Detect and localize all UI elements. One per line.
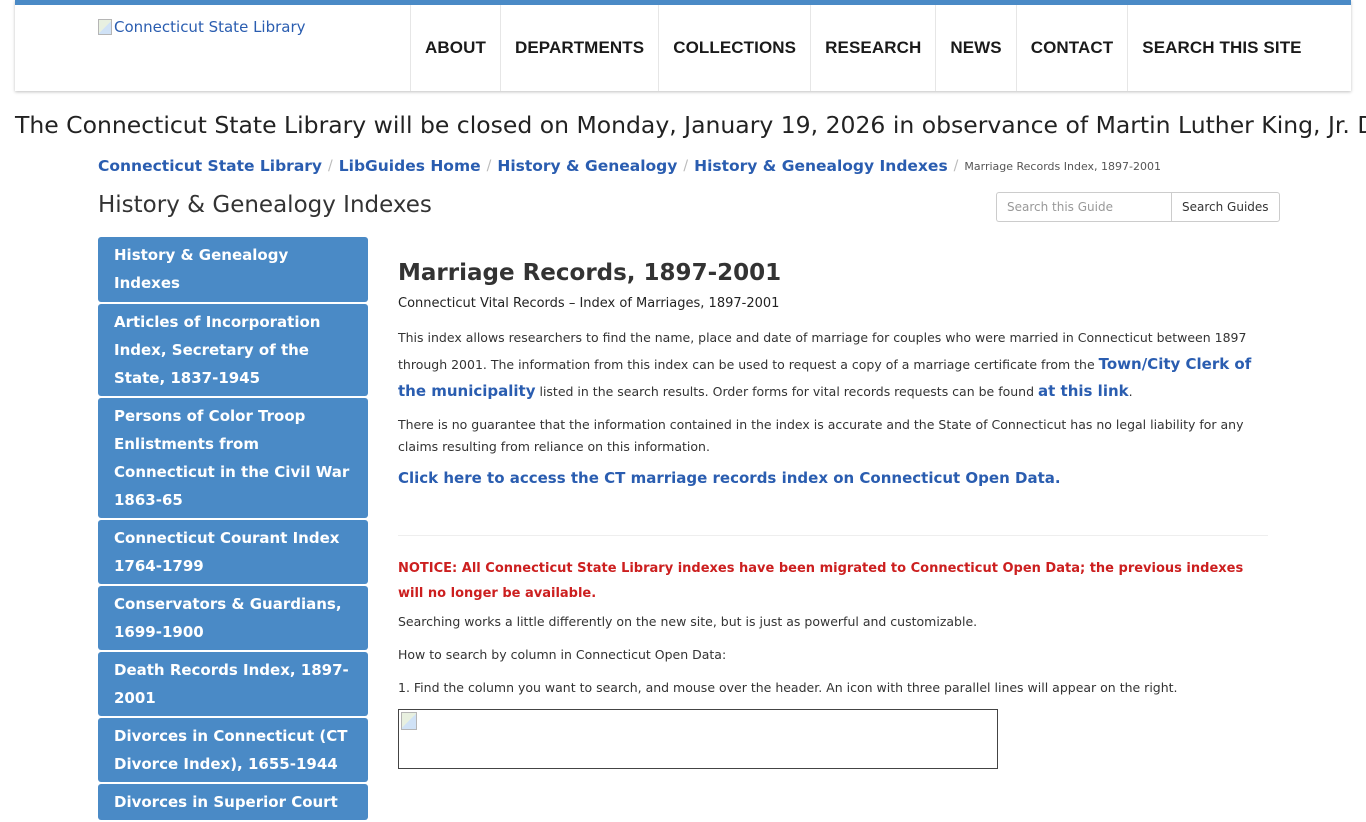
breadcrumb-current: Marriage Records Index, 1897-2001 [964, 159, 1161, 173]
breadcrumb-link-csl[interactable]: Connecticut State Library [98, 157, 322, 175]
sidebar-item-divorces-connecticut[interactable]: Divorces in Connecticut (CT Divorce Inde… [98, 718, 368, 782]
sidebar-item-persons-of-color-troop[interactable]: Persons of Color Troop Enlistments from … [98, 398, 368, 518]
guide-title: History & Genealogy Indexes [98, 192, 432, 218]
section-divider [398, 535, 1268, 536]
nav-about[interactable]: ABOUT [410, 5, 500, 91]
breadcrumb-separator: / [328, 158, 333, 174]
step-1-paragraph: 1. Find the column you want to search, a… [398, 680, 1178, 695]
nav-research[interactable]: RESEARCH [810, 5, 935, 91]
broken-image-icon [98, 19, 112, 35]
broken-image-icon [401, 712, 417, 730]
intro-text-b: listed in the search results. Order form… [535, 384, 1039, 399]
sidebar-item-death-records[interactable]: Death Records Index, 1897-2001 [98, 652, 368, 716]
breadcrumb-separator: / [683, 158, 689, 174]
nav-collections[interactable]: COLLECTIONS [658, 5, 810, 91]
search-guide-input[interactable] [996, 192, 1171, 222]
sidebar-item-divorces-superior-court[interactable]: Divorces in Superior Court [98, 784, 368, 820]
migration-notice: NOTICE: All Connecticut State Library in… [398, 561, 1244, 601]
page-title: Marriage Records, 1897-2001 [398, 260, 782, 286]
page-subtitle: Connecticut Vital Records – Index of Mar… [398, 296, 780, 311]
breadcrumb-link-history-genealogy[interactable]: History & Genealogy [497, 157, 677, 175]
closure-alert: The Connecticut State Library will be cl… [15, 111, 1366, 139]
breadcrumb-link-libguides[interactable]: LibGuides Home [339, 157, 481, 175]
breadcrumb: Connecticut State Library / LibGuides Ho… [98, 157, 1161, 175]
logo-alt-text: Connecticut State Library [114, 18, 306, 36]
nav-contact[interactable]: CONTACT [1015, 5, 1128, 91]
nav-search-this-site[interactable]: SEARCH THIS SITE [1127, 5, 1315, 91]
main-nav: ABOUT DEPARTMENTS COLLECTIONS RESEARCH N… [410, 5, 1316, 91]
sidebar-item-articles-of-incorporation[interactable]: Articles of Incorporation Index, Secreta… [98, 304, 368, 396]
sidebar-item-connecticut-courant[interactable]: Connecticut Courant Index 1764-1799 [98, 520, 368, 584]
breadcrumb-separator: / [953, 158, 959, 174]
access-period: . [1054, 469, 1061, 487]
open-data-access-link[interactable]: Click here to access the CT marriage rec… [398, 469, 1055, 487]
access-index-paragraph: Click here to access the CT marriage rec… [398, 469, 1268, 487]
sidebar-item-history-genealogy-indexes[interactable]: History & Genealogy Indexes [98, 237, 368, 302]
disclaimer-paragraph: There is no guarantee that the informati… [398, 417, 1244, 454]
nav-news[interactable]: NEWS [935, 5, 1015, 91]
main-content: Marriage Records, 1897-2001 Connecticut … [398, 258, 1268, 769]
sidebar-item-conservators-guardians[interactable]: Conservators & Guardians, 1699-1900 [98, 586, 368, 650]
breadcrumb-link-indexes[interactable]: History & Genealogy Indexes [694, 157, 948, 175]
order-forms-link[interactable]: at this link [1038, 382, 1129, 400]
nav-departments[interactable]: DEPARTMENTS [499, 5, 658, 91]
intro-text-c: . [1128, 384, 1133, 399]
how-to-paragraph: How to search by column in Connecticut O… [398, 647, 727, 662]
guide-sidebar: History & Genealogy Indexes Articles of … [98, 237, 368, 822]
site-header: Connecticut State Library ABOUT DEPARTME… [15, 0, 1351, 91]
site-logo-link[interactable]: Connecticut State Library [98, 18, 306, 36]
breadcrumb-separator: / [486, 158, 492, 174]
guide-search: Search Guides [996, 192, 1280, 222]
intro-paragraph: This index allows researchers to find th… [398, 324, 1268, 405]
searching-paragraph: Searching works a little differently on … [398, 614, 978, 629]
instruction-image [398, 709, 998, 769]
search-guides-button[interactable]: Search Guides [1171, 192, 1280, 222]
